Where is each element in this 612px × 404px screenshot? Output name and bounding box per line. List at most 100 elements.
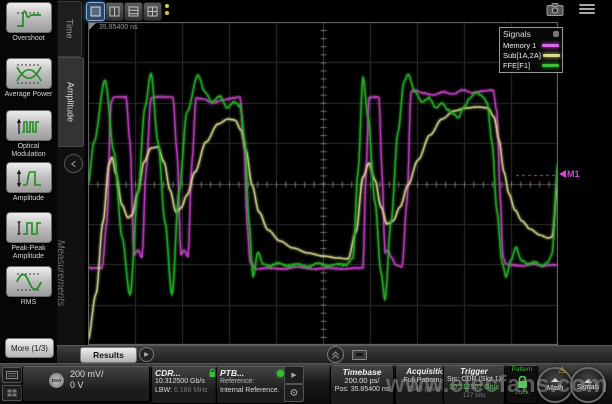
keyboard-icon <box>6 371 18 379</box>
timebase-position: Pos: 35.85400 ns <box>331 386 393 395</box>
lock-icon <box>516 375 529 389</box>
measure-peak-peak-amplitude[interactable]: Peak-Peak Amplitude <box>0 212 57 261</box>
cdr-title: CDR... <box>155 368 181 378</box>
ptb-panel[interactable]: PTB... Reference: Internal Reference. <box>216 366 288 404</box>
ptb-reference-value: Internal Reference. <box>220 387 284 396</box>
trigger-bits: 127 bits <box>444 392 504 400</box>
chevron-up-icon <box>330 349 341 360</box>
ptb-title: PTB... <box>220 368 244 378</box>
gear-icon: ⚙ <box>290 388 299 399</box>
layout-grid-button[interactable] <box>143 2 162 21</box>
measurements-panel-title: Measurements <box>55 240 66 306</box>
play-icon: ▶ <box>291 371 296 379</box>
warning-icon: ⚠ <box>558 365 566 376</box>
cdr-panel[interactable]: CDR... 10.312500 Gb/s LBW: 6.186 MHz <box>151 366 221 404</box>
trigger-title: Trigger <box>444 367 504 376</box>
amplitude-icon <box>14 166 44 190</box>
chevron-up-icon <box>551 378 559 382</box>
channel-offset: 0 V <box>70 380 104 391</box>
measure-label: Average Power <box>0 91 57 99</box>
apps-button[interactable] <box>2 385 22 401</box>
layout-split-icon <box>109 6 120 17</box>
trigger-rate: 10.312507 Gb/s <box>444 384 504 392</box>
tab-amplitude[interactable]: Amplitude <box>58 57 84 147</box>
keyboard-button[interactable] <box>2 367 22 383</box>
cdr-lbw-value: 6.186 MHz <box>174 387 208 394</box>
status-dot <box>165 11 169 15</box>
hamburger-icon <box>579 4 595 6</box>
results-expand-button[interactable]: ▶ <box>139 347 154 362</box>
waveform-display <box>88 22 558 345</box>
pattern-label: Pattern <box>507 366 537 375</box>
ptb-reference-label: Reference: <box>220 378 284 387</box>
layout-rows-button[interactable] <box>124 2 143 21</box>
oscilloscope-app: Overshoot Average Power Optical Modulati… <box>0 0 612 404</box>
legend-entry-memory1[interactable]: Memory 1 <box>500 40 562 50</box>
marker-m1[interactable]: M1 <box>559 169 580 179</box>
chevron-left-icon <box>69 159 79 169</box>
measure-label: Peak-Peak Amplitude <box>0 245 57 261</box>
chevron-up-icon <box>584 379 592 383</box>
measure-label: RMS <box>0 299 57 307</box>
run-button[interactable]: ▶ <box>284 366 304 384</box>
timebase-panel[interactable]: Timebase 200.00 ps/ Pos: 35.85400 ns <box>330 365 394 404</box>
layout-single-icon <box>90 6 101 17</box>
tab-time[interactable]: Time <box>58 1 82 57</box>
dsa-badge: DSA <box>49 373 64 388</box>
measure-optical-modulation[interactable]: Optical Modulation <box>0 110 57 159</box>
measure-rms[interactable]: RMS <box>0 266 57 307</box>
overshoot-icon <box>14 6 44 30</box>
legend-entry-sub[interactable]: Sub[1A,2A] <box>500 50 562 60</box>
status-dot <box>165 4 169 8</box>
timebase-scale: 200.00 ps/ <box>331 377 393 386</box>
measure-label: Amplitude <box>0 195 57 203</box>
waveform-plot[interactable] <box>88 22 558 345</box>
camera-icon <box>546 3 564 16</box>
pattern-lock-indicator[interactable]: Pattern Lock <box>506 365 538 404</box>
sidebar-collapse-button[interactable] <box>64 154 83 173</box>
sub-color-swatch <box>543 54 560 57</box>
left-arrow-marker-icon <box>559 170 566 178</box>
layout-split-button[interactable] <box>105 2 124 21</box>
cdr-rate: 10.312500 Gb/s <box>155 378 217 387</box>
layout-grid-icon <box>147 6 158 17</box>
measurements-sidebar: Overshoot Average Power Optical Modulati… <box>0 0 58 363</box>
timebase-position-label: 35.85400 ns <box>99 24 138 31</box>
pin-icon <box>553 31 559 37</box>
average-power-icon <box>14 62 44 86</box>
legend-entry-ffe[interactable]: FFE[F1] <box>500 60 562 72</box>
apps-icon <box>7 389 17 397</box>
more-measurements-button[interactable]: More (1/3) <box>5 338 54 358</box>
settings-button[interactable]: ⚙ <box>284 384 304 402</box>
layout-rows-icon <box>128 6 139 17</box>
peak-peak-amplitude-icon <box>14 216 44 240</box>
measure-average-power[interactable]: Average Power <box>0 58 57 99</box>
timebase-reference-marker <box>89 23 96 30</box>
signals-button[interactable]: Signals <box>570 367 606 403</box>
screenshot-button[interactable] <box>546 3 564 21</box>
measure-label: Overshoot <box>0 35 57 43</box>
math-button[interactable]: Math ⚠ <box>537 367 573 403</box>
cdr-lbw-label: LBW: <box>155 387 172 394</box>
trigger-source: Src: CDR (Slot 1) <box>444 376 504 384</box>
channel-panel[interactable]: DSA 200 mV/ 0 V <box>22 366 150 402</box>
green-dot <box>277 370 284 377</box>
lock-label: Lock <box>507 389 537 398</box>
rms-icon <box>14 270 44 294</box>
measure-amplitude[interactable]: Amplitude <box>0 162 57 203</box>
layout-single-button[interactable] <box>86 2 105 21</box>
panel-collapse-button[interactable] <box>327 346 344 363</box>
trigger-panel[interactable]: Trigger Src: CDR (Slot 1) 10.312507 Gb/s… <box>443 365 505 404</box>
measure-label: Optical Modulation <box>0 143 57 159</box>
optical-modulation-icon <box>14 114 44 138</box>
play-icon: ▶ <box>144 351 149 358</box>
ffe-color-swatch <box>542 64 559 67</box>
menu-button[interactable] <box>579 4 595 14</box>
legend-title: Signals <box>503 29 531 39</box>
memory1-color-swatch <box>542 44 559 47</box>
signals-legend[interactable]: Signals Memory 1 Sub[1A,2A] FFE[F1] <box>499 27 563 73</box>
panel-handle[interactable] <box>352 350 367 360</box>
results-tab[interactable]: Results <box>80 347 137 363</box>
channel-scale: 200 mV/ <box>70 369 104 380</box>
measure-overshoot[interactable]: Overshoot <box>0 2 57 43</box>
